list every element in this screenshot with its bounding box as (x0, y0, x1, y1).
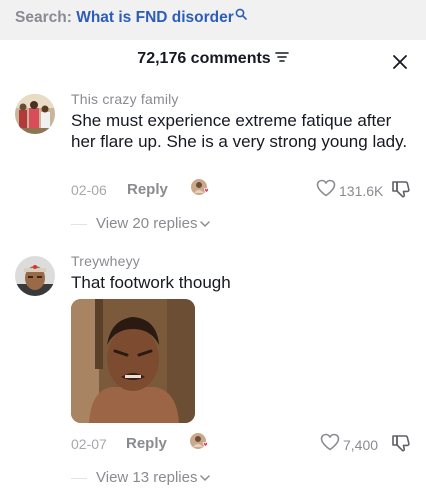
search-bar[interactable]: Search: What is FND disorder (0, 0, 426, 40)
sort-icon[interactable] (274, 50, 289, 68)
view-replies-button[interactable]: View 20 replies (96, 215, 211, 232)
avatar[interactable] (15, 94, 55, 134)
creator-liked-icon (189, 432, 209, 452)
like-count: 131.6K (339, 182, 384, 199)
view-replies-label[interactable]: View 20 replies (96, 215, 197, 232)
like-button[interactable]: 7,400 (320, 433, 378, 456)
heart-outline-icon[interactable] (316, 179, 336, 202)
creator-liked-icon (190, 178, 210, 198)
comments-header: 72,176 comments (0, 50, 426, 74)
replies-divider (71, 224, 87, 225)
replies-divider (71, 478, 87, 479)
reply-button[interactable]: Reply (127, 181, 168, 198)
comment-text: That footwork though (71, 273, 231, 292)
heart-outline-icon[interactable] (320, 433, 340, 456)
reply-button[interactable]: Reply (126, 435, 167, 452)
search-text[interactable]: Search: What is FND disorder (15, 7, 247, 27)
chevron-down-icon (200, 475, 211, 481)
comment-username[interactable]: Treywheyy (71, 253, 140, 269)
close-icon[interactable] (392, 54, 408, 75)
view-replies-label[interactable]: View 13 replies (96, 469, 197, 486)
like-count: 7,400 (343, 436, 379, 453)
comment-date: 02-06 (71, 182, 107, 198)
chevron-down-icon (200, 221, 211, 227)
thumbs-down-icon[interactable] (391, 433, 411, 458)
thumbs-down-icon[interactable] (391, 179, 411, 204)
search-prefix: Search: (15, 9, 72, 26)
search-icon[interactable] (235, 7, 247, 25)
search-query[interactable]: What is FND disorder (76, 9, 234, 26)
comments-count: 72,176 comments (137, 50, 271, 67)
comment-date: 02-07 (71, 436, 107, 452)
comment-gif-image[interactable] (71, 299, 195, 423)
avatar[interactable] (15, 256, 55, 296)
view-replies-button[interactable]: View 13 replies (96, 469, 211, 486)
comment-text: She must experience extreme fatique afte… (71, 111, 408, 151)
like-button[interactable]: 131.6K (316, 179, 383, 202)
comment-username[interactable]: This crazy family (71, 91, 179, 107)
